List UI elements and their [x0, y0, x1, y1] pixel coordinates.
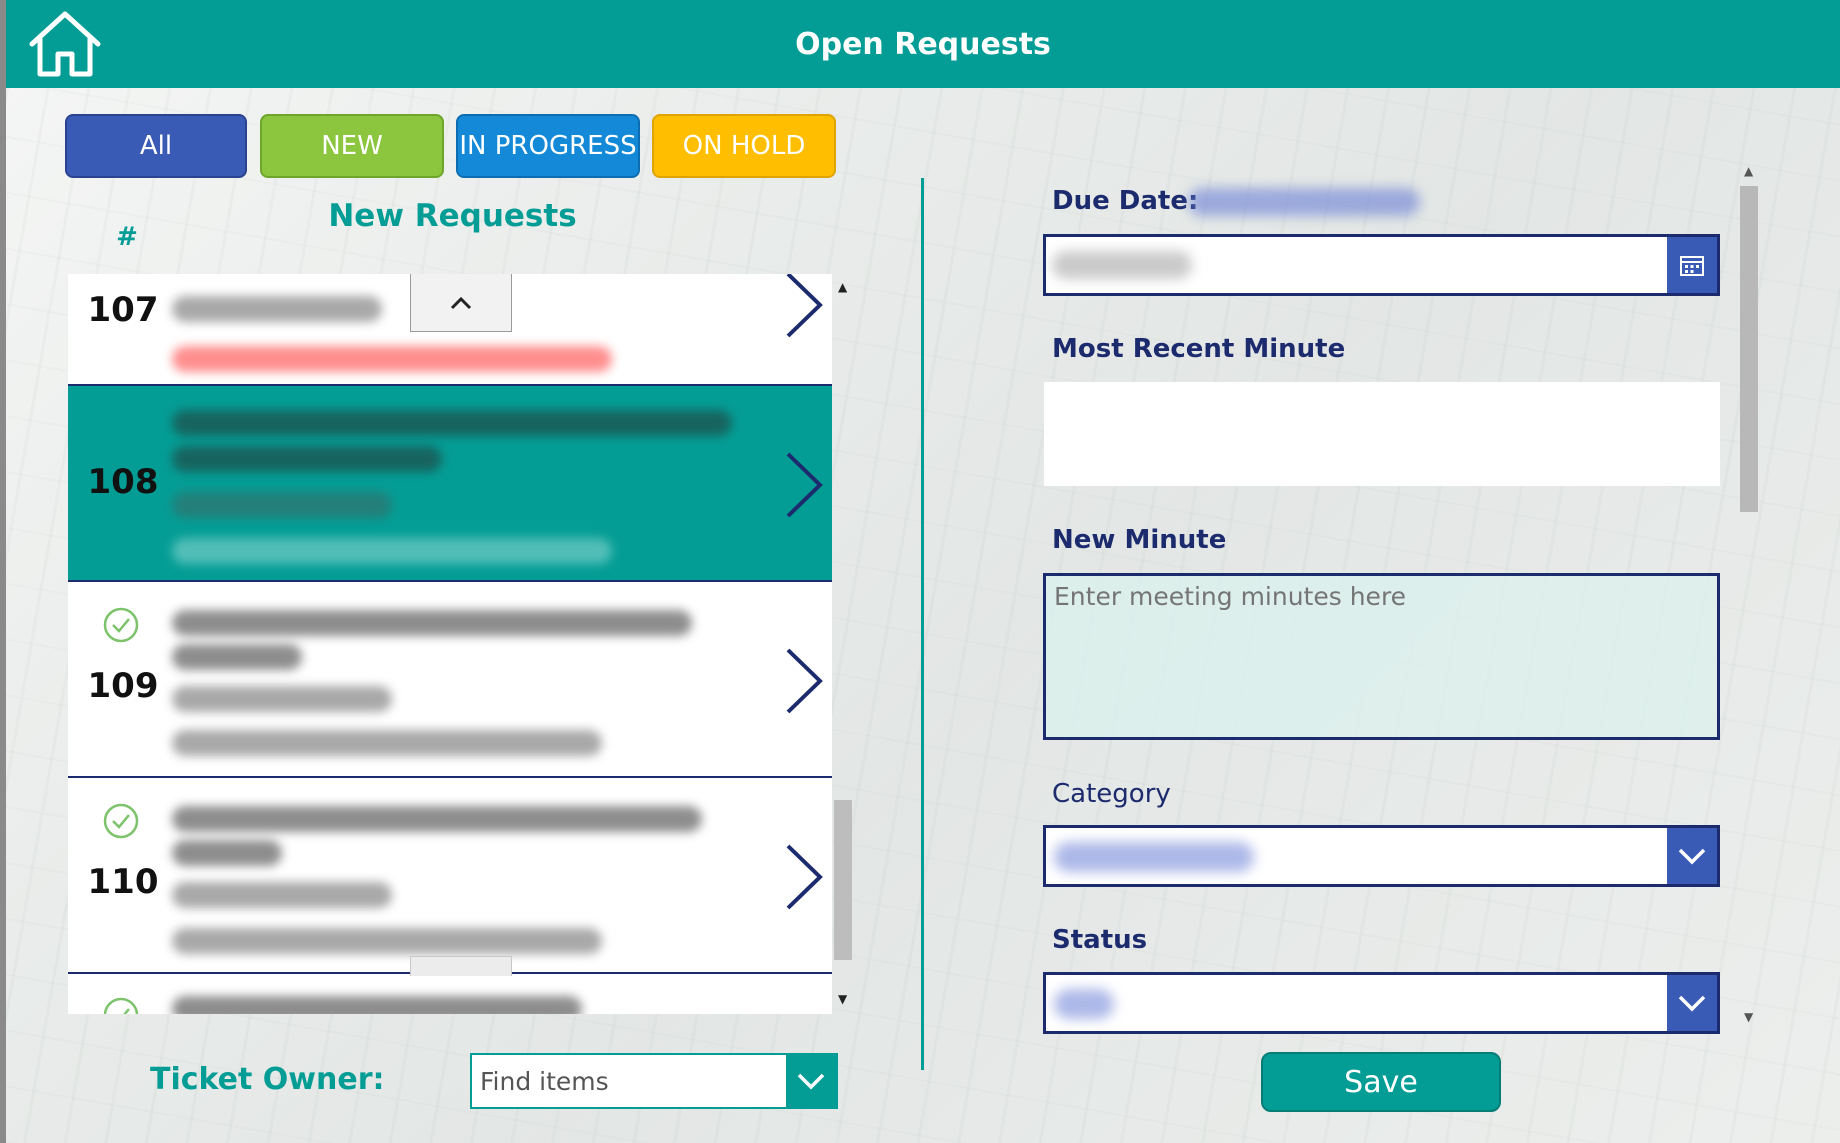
open-duration [172, 346, 612, 372]
scroll-up-arrow-icon[interactable]: ▲ [838, 280, 847, 294]
request-title-cont [172, 644, 302, 670]
list-item[interactable]: 110 [68, 778, 832, 974]
chevron-down-icon[interactable] [786, 1055, 836, 1107]
open-duration [172, 928, 602, 954]
request-number: 107 [87, 290, 159, 330]
open-duration [172, 538, 612, 564]
due-date-value [1052, 251, 1192, 279]
open-duration [172, 730, 602, 756]
chevron-right-icon[interactable] [782, 646, 826, 716]
request-gallery[interactable]: 107 108 109 110 [68, 274, 832, 1014]
due-date-picker[interactable] [1043, 234, 1720, 296]
filter-all-button[interactable]: All [65, 114, 247, 178]
chevron-down-icon[interactable] [1667, 975, 1717, 1031]
request-title [172, 806, 702, 832]
recent-minute-box [1044, 382, 1720, 486]
category-dropdown[interactable] [1043, 825, 1720, 887]
scroll-up-button[interactable] [410, 274, 512, 332]
ticket-owner-label: Ticket Owner: [150, 1062, 385, 1097]
list-item[interactable]: 109 [68, 582, 832, 778]
scrollbar-thumb[interactable] [834, 800, 852, 960]
status-label: Status [1052, 925, 1148, 955]
request-number: 109 [87, 666, 159, 706]
home-icon[interactable] [28, 10, 102, 80]
request-title [172, 410, 732, 436]
form-scrollbar[interactable]: ▲ ▼ [1740, 164, 1758, 1034]
chevron-right-icon[interactable] [782, 842, 826, 912]
check-circle-icon [103, 803, 139, 839]
check-circle-icon [103, 607, 139, 643]
chevron-down-icon[interactable] [1667, 828, 1717, 884]
scroll-up-arrow-icon[interactable]: ▲ [1744, 164, 1753, 178]
list-item[interactable] [68, 974, 832, 1014]
due-date-label: Due Date: [1052, 186, 1199, 216]
recent-minute-label: Most Recent Minute [1052, 334, 1346, 364]
list-title: New Requests [328, 198, 577, 234]
category-value [1054, 842, 1254, 872]
gallery-scrollbar[interactable]: ▲ ▼ [834, 280, 852, 1014]
scroll-down-arrow-icon[interactable]: ▼ [1744, 1010, 1753, 1024]
requester-name [172, 296, 382, 322]
save-button[interactable]: Save [1261, 1052, 1501, 1112]
chevron-up-icon [450, 296, 472, 309]
request-title [172, 996, 582, 1014]
requester-name [172, 492, 392, 518]
request-title-cont [172, 840, 282, 866]
status-value [1054, 989, 1114, 1019]
new-minute-input[interactable] [1043, 573, 1720, 740]
check-circle-icon [103, 997, 139, 1014]
scroll-down-arrow-icon[interactable]: ▼ [838, 992, 847, 1006]
filter-on-hold-button[interactable]: ON HOLD [652, 114, 836, 178]
page-title: Open Requests [795, 26, 1051, 62]
filter-in-progress-button[interactable]: IN PROGRESS [456, 114, 640, 178]
category-label: Category [1052, 779, 1171, 809]
request-number: 108 [87, 462, 159, 502]
request-number: 110 [87, 862, 159, 902]
chevron-right-icon[interactable] [782, 274, 826, 340]
request-title-cont [172, 446, 442, 472]
status-dropdown[interactable] [1043, 972, 1720, 1034]
chevron-right-icon[interactable] [782, 450, 826, 520]
due-date-relative-value [1188, 188, 1420, 216]
panel-divider [921, 178, 924, 1070]
new-minute-label: New Minute [1052, 525, 1227, 555]
scrollbar-thumb[interactable] [1740, 186, 1758, 512]
scroll-down-button[interactable] [410, 956, 512, 976]
number-column-header: # [116, 222, 138, 252]
calendar-icon[interactable] [1667, 237, 1717, 293]
requester-name [172, 882, 392, 908]
requester-name [172, 686, 392, 712]
request-title [172, 610, 692, 636]
app-header: Open Requests [6, 0, 1840, 88]
filter-new-button[interactable]: NEW [260, 114, 444, 178]
list-item-selected[interactable]: 108 [68, 386, 832, 582]
ticket-owner-combobox[interactable]: Find items [470, 1053, 838, 1109]
ticket-owner-placeholder: Find items [480, 1067, 609, 1096]
